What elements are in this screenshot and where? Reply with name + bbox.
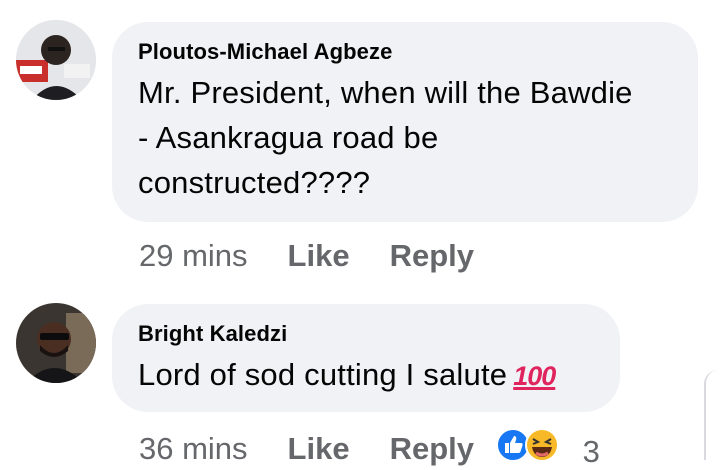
avatar[interactable] <box>16 20 96 100</box>
comment-actions: 29 mins Like Reply <box>139 238 514 274</box>
comment-text-line: Mr. President, when will the Bawdie <box>138 75 633 110</box>
comment-text-content: Lord of sod cutting I salute <box>138 357 508 392</box>
comment-text: Lord of sod cutting I salute 100 <box>138 352 594 399</box>
profile-photo <box>16 20 96 100</box>
comment-timestamp[interactable]: 36 mins <box>139 431 248 467</box>
like-button[interactable]: Like <box>288 238 350 274</box>
comment-actions: 36 mins Like Reply 3 <box>139 428 600 470</box>
comment-text: Mr. President, when will the Bawdie - As… <box>138 70 672 205</box>
like-button[interactable]: Like <box>288 431 350 467</box>
reply-button[interactable]: Reply <box>390 431 474 467</box>
like-reaction-icon <box>496 428 530 462</box>
reply-composer-edge <box>704 370 720 460</box>
comment-text-line: - Asankragua road be <box>138 120 439 155</box>
reply-button[interactable]: Reply <box>390 238 474 274</box>
comment-bubble: Ploutos-Michael Agbeze Mr. President, wh… <box>112 22 698 222</box>
comment-author[interactable]: Ploutos-Michael Agbeze <box>138 38 672 66</box>
comment-bubble: Bright Kaledzi Lord of sod cutting I sal… <box>112 304 620 412</box>
comment-author[interactable]: Bright Kaledzi <box>138 320 594 348</box>
reaction-icons <box>496 428 559 462</box>
comment-timestamp[interactable]: 29 mins <box>139 238 248 274</box>
reactions-summary[interactable]: 3 <box>496 428 600 470</box>
comment-text-line: constructed???? <box>138 165 371 200</box>
reaction-count: 3 <box>582 434 600 469</box>
profile-photo <box>16 303 96 383</box>
hundred-points-emoji-icon: 100 <box>513 361 556 391</box>
avatar[interactable] <box>16 303 96 383</box>
haha-reaction-icon <box>525 428 559 462</box>
